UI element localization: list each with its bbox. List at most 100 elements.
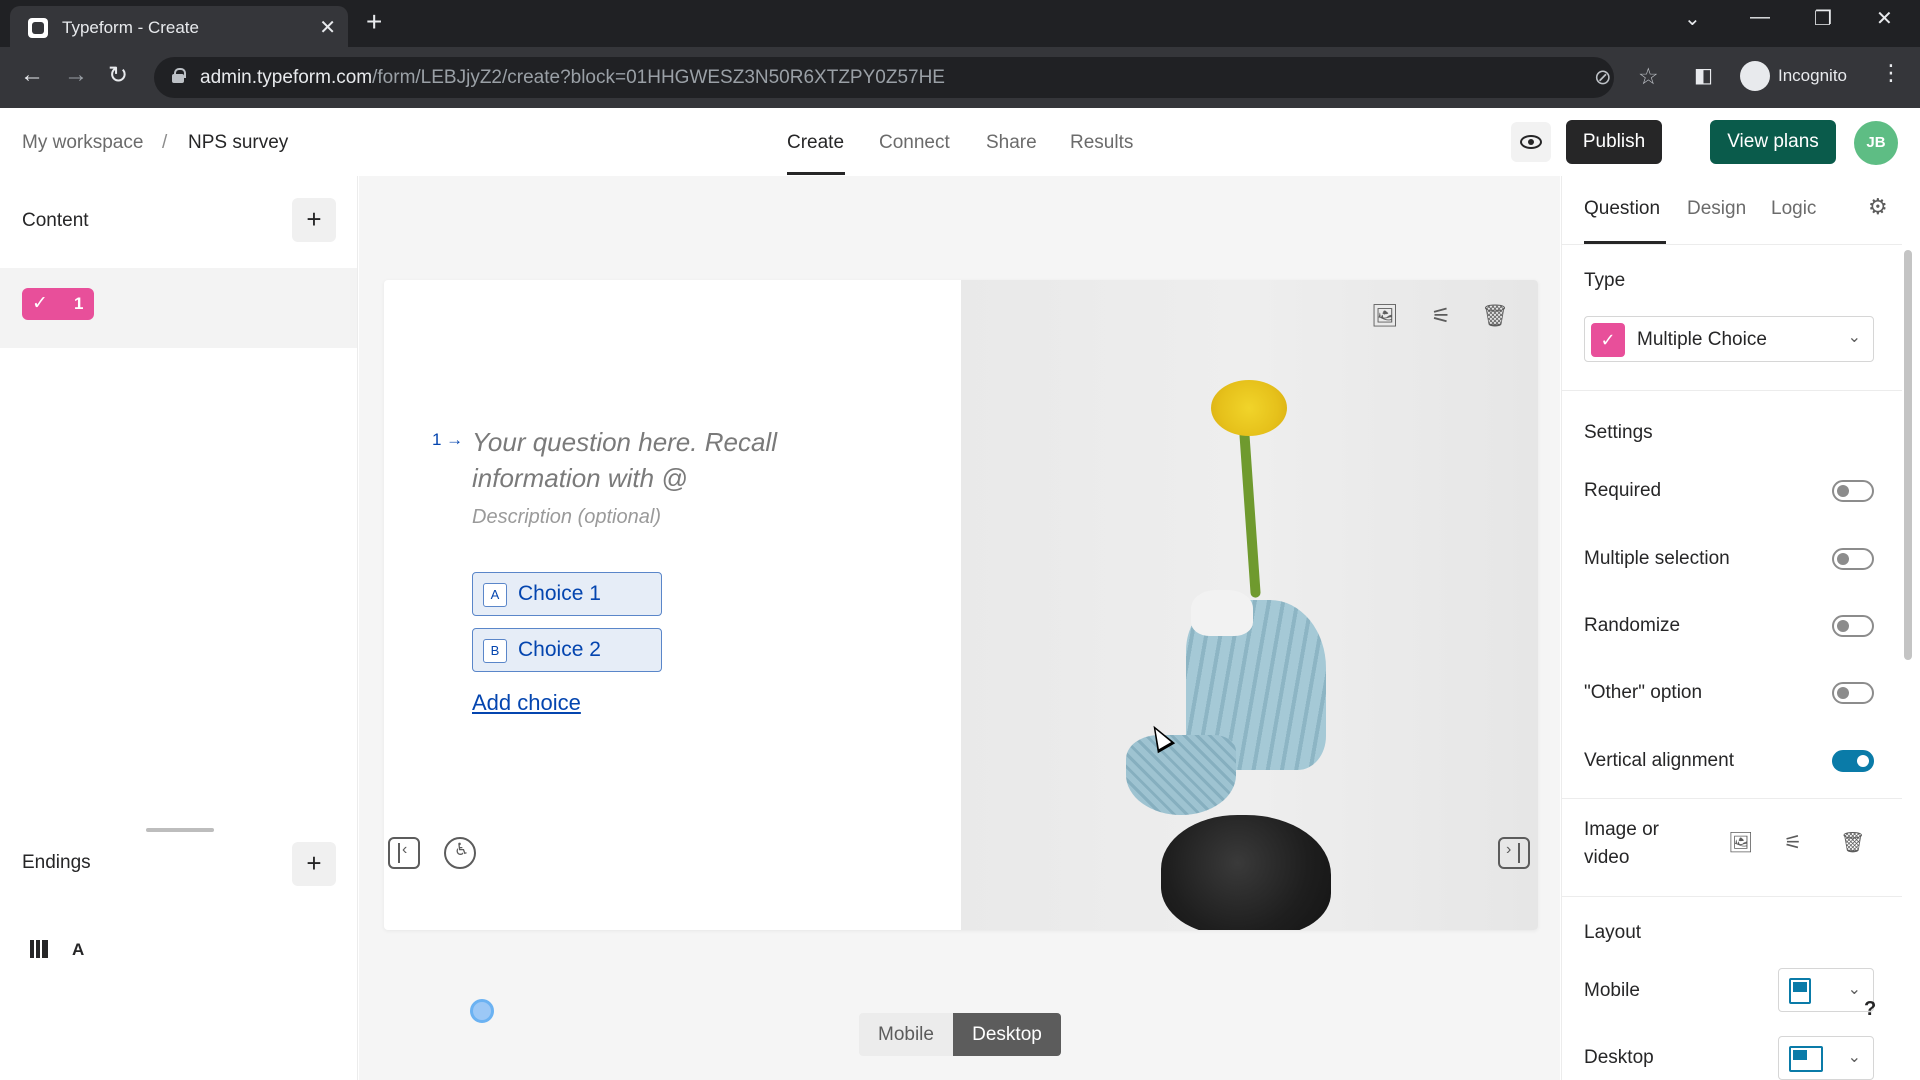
adjust-sliders-icon[interactable]: ⚟ [1417,294,1465,338]
tab-create[interactable]: Create [787,132,844,154]
eye-icon [1520,135,1542,149]
tab-question[interactable]: Question [1584,198,1660,220]
new-tab-icon[interactable]: + [366,6,382,38]
breadcrumb-workspace[interactable]: My workspace [22,132,143,154]
publish-button[interactable]: Publish [1566,120,1662,164]
vertical-alignment-toggle[interactable] [1832,750,1874,772]
choice-key: B [483,639,507,663]
toggle-right-panel-button[interactable]: › [1498,837,1530,869]
desktop-layout-select[interactable]: ⌄ [1778,1036,1874,1080]
checkmark-icon: ✓ [32,293,48,314]
layout-mobile-label: Mobile [1584,980,1640,1001]
address-bar[interactable]: admin.typeform.com/form/LEBJjyZ2/create?… [154,57,1659,98]
image-icon[interactable]: 🖼 [1728,830,1753,855]
tab-connect[interactable]: Connect [879,132,950,154]
notification-dot [470,999,494,1023]
eye-off-icon[interactable]: ⊘ [1594,65,1612,90]
add-ending-button[interactable]: + [292,842,336,886]
ending-letter[interactable]: A [72,940,84,960]
choice-option[interactable]: B Choice 2 [472,628,662,672]
help-icon[interactable]: ? [1864,998,1876,1021]
app-header: My workspace / NPS survey Create Connect… [0,108,1920,176]
mobile-preview-button[interactable]: Mobile [859,1013,953,1056]
question-title-input[interactable]: Your question here. Recall information w… [472,424,832,496]
close-window-icon[interactable]: ✕ [1876,6,1893,31]
chevron-right-icon: › [1506,841,1512,858]
vase-arm [1126,735,1236,815]
typeform-favicon-icon [28,18,48,38]
required-toggle[interactable] [1832,480,1874,502]
other-option-toggle[interactable] [1832,682,1874,704]
other-option-label: "Other" option [1584,682,1703,703]
browser-tab-title: Typeform - Create [62,18,199,37]
question-type-select[interactable]: ✓ Multiple Choice ⌄ [1584,316,1874,362]
add-content-button[interactable]: + [292,198,336,242]
question-badge: ✓ 1 [22,288,94,320]
chevron-down-icon: ⌄ [1847,981,1861,998]
avatar[interactable]: JB [1854,121,1898,165]
minimize-icon[interactable]: — [1750,6,1770,29]
desktop-preview-button[interactable]: Desktop [953,1013,1061,1056]
browser-toolbar: ← → ↻ admin.typeform.com/form/LEBJjyZ2/c… [0,47,1920,108]
breadcrumb-form-name[interactable]: NPS survey [188,132,288,154]
multiple-selection-label: Multiple selection [1584,548,1730,569]
image-icon[interactable]: 🖼 [1361,294,1409,338]
url-host: admin.typeform.com [200,67,373,88]
browser-tab-bar: Typeform - Create ✕ + ⌄ — ❐ ✕ [0,0,1920,47]
browser-menu-icon[interactable]: ⋮ [1880,60,1902,86]
browser-tab[interactable]: Typeform - Create ✕ [10,6,348,47]
tab-design[interactable]: Design [1687,198,1746,220]
tab-search-icon[interactable]: ⌄ [1684,6,1701,31]
choice-label: Choice 1 [518,582,601,605]
back-icon[interactable]: ← [20,61,44,89]
question-list-item[interactable]: ✓ 1 [0,268,357,348]
breadcrumb-separator: / [162,132,168,153]
question-description-input[interactable]: Description (optional) [472,506,661,529]
tab-results[interactable]: Results [1070,132,1133,154]
active-tab-indicator [787,172,845,175]
incognito-indicator[interactable]: Incognito [1740,57,1900,98]
adjust-sliders-icon[interactable]: ⚟ [1784,830,1802,855]
accessibility-icon: ♿ [454,840,470,859]
star-icon[interactable]: ☆ [1638,63,1659,90]
choice-label: Choice 2 [518,638,601,661]
choice-option[interactable]: A Choice 1 [472,572,662,616]
question-media-image: 🖼 ⚟ 🗑 [961,280,1538,930]
mobile-layout-select[interactable]: ⌄ [1778,968,1874,1012]
question-type-value: Multiple Choice [1637,329,1767,350]
gear-icon[interactable]: ⚙ [1868,194,1888,220]
flower-head [1211,380,1287,436]
type-heading: Type [1584,270,1626,291]
question-card: 1 → Your question here. Recall informati… [384,280,1538,930]
layout-thumbnail-icon [1789,978,1811,1004]
layout-desktop-label: Desktop [1584,1047,1654,1068]
toggle-sidebar-button[interactable]: ‹ [388,837,420,869]
trash-icon[interactable]: 🗑 [1840,830,1865,855]
forward-icon[interactable]: → [64,61,88,89]
vertical-alignment-label: Vertical alignment [1584,750,1734,771]
accessibility-button[interactable]: ♿ [444,837,476,869]
randomize-toggle[interactable] [1832,615,1874,637]
chevron-down-icon: ⌄ [1847,329,1861,346]
tab-share[interactable]: Share [986,132,1037,154]
required-label: Required [1584,480,1662,501]
layout-heading: Layout [1584,922,1642,943]
trash-icon[interactable]: 🗑 [1471,294,1519,338]
reload-icon[interactable]: ↻ [108,61,128,90]
preview-button[interactable] [1511,122,1551,162]
image-or-video-label: Image or video [1584,819,1659,868]
side-panel-icon[interactable]: ◧ [1694,63,1713,88]
close-tab-icon[interactable]: ✕ [319,15,336,40]
lock-icon [172,68,186,83]
add-choice-link[interactable]: Add choice [472,690,581,716]
rock-base [1161,815,1331,930]
restore-icon[interactable]: ❐ [1814,6,1832,31]
sidebar-resize-handle[interactable] [146,828,214,832]
vase-top [1191,590,1253,636]
tab-logic[interactable]: Logic [1771,198,1816,220]
view-plans-button[interactable]: View plans [1710,120,1836,164]
multiple-selection-toggle[interactable] [1832,548,1874,570]
url-path: /form/LEBJjyZ2/create?block=01HHGWESZ3N5… [372,67,945,88]
randomize-label: Randomize [1584,615,1681,636]
panel-scrollbar[interactable] [1904,250,1912,660]
